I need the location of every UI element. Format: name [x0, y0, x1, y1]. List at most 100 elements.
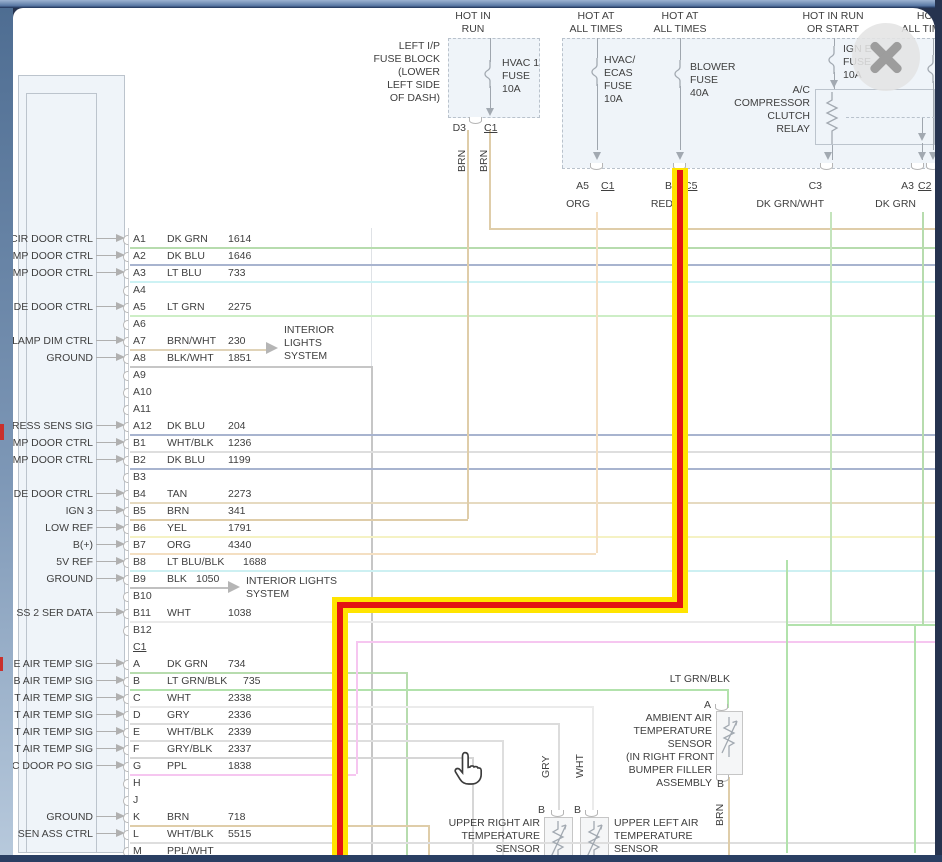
- wire-ltgrnblk[interactable]: [786, 624, 935, 626]
- pin-label: E: [133, 726, 163, 739]
- wire-F[interactable]: [130, 757, 472, 759]
- wire-A3[interactable]: [130, 281, 935, 283]
- wire-B11[interactable]: [130, 621, 935, 623]
- connector-scallop-icon: [123, 592, 132, 602]
- wiring-diagram-viewer: A1DK GRN1614CIR DOOR CTRLA2DK BLU1646MP …: [0, 0, 942, 862]
- module-left-label: B(+): [13, 539, 93, 552]
- upper-left-air-temp-sensor-label: UPPER LEFT AIR TEMPERATURE SENSOR: [614, 817, 710, 855]
- pin-label: B10: [133, 590, 163, 603]
- hvac1-fuse-label: HVAC 1 FUSE 10A: [502, 57, 562, 96]
- schematic-line: [680, 86, 681, 150]
- wire-B8[interactable]: [130, 570, 935, 572]
- wire-dkgrnwht[interactable]: [830, 212, 832, 625]
- stub-wire: [96, 425, 117, 426]
- connector-label-c1: C1: [601, 180, 625, 193]
- wire-B4[interactable]: [130, 502, 935, 504]
- module-left-label: LAMP DIM CTRL: [13, 335, 93, 348]
- highlighted-wire[interactable]: [677, 170, 683, 606]
- wire-B2[interactable]: [130, 468, 935, 470]
- wire-K[interactable]: [130, 825, 428, 827]
- schematic-line: [597, 38, 598, 58]
- wire-B7[interactable]: [130, 553, 596, 555]
- wire-A2[interactable]: [130, 264, 935, 266]
- stub-arrow-icon: [116, 744, 125, 752]
- module-left-label: SEN ASS CTRL: [13, 828, 93, 841]
- wire-B9[interactable]: [130, 587, 228, 589]
- stub-wire: [96, 306, 117, 307]
- wire-color-label: DK BLU: [167, 420, 229, 433]
- interior-lights-system-label-2: INTERIOR LIGHTS SYSTEM: [246, 575, 337, 601]
- highlighted-wire[interactable]: [337, 602, 343, 855]
- wire-C[interactable]: [130, 706, 592, 708]
- wire-color-label: DK BLU: [167, 250, 229, 263]
- wire-A7[interactable]: [130, 349, 266, 351]
- close-button[interactable]: [852, 23, 920, 91]
- module-left-label: E AIR TEMP SIG: [13, 658, 93, 671]
- wire-brn[interactable]: [489, 228, 935, 230]
- wire-A[interactable]: [130, 672, 406, 674]
- wire-color-label: LT BLU/BLK: [167, 556, 229, 569]
- pin-label: C: [133, 692, 163, 705]
- pin-label-c3: C3: [784, 180, 822, 193]
- stub-arrow-icon: [116, 727, 125, 735]
- module-left-label: SS 2 SER DATA: [13, 607, 93, 620]
- stub-arrow-icon: [116, 438, 125, 446]
- wire-A5[interactable]: [130, 315, 935, 317]
- highlighted-wire[interactable]: [337, 602, 683, 608]
- stub-arrow-icon: [116, 608, 125, 616]
- wire-A-drop[interactable]: [406, 672, 408, 855]
- pin-label: M: [133, 845, 163, 855]
- wire-brn[interactable]: [467, 130, 469, 519]
- wire-D-drop[interactable]: [558, 723, 560, 813]
- module-left-label: 5V REF: [13, 556, 93, 569]
- pin-label: B11: [133, 607, 163, 620]
- stub-arrow-icon: [116, 421, 125, 429]
- wire-B5[interactable]: [130, 519, 468, 521]
- wire-org[interactable]: [596, 212, 598, 553]
- connector-bump-icon: [469, 117, 482, 124]
- wire-ltgrnblk[interactable]: [914, 624, 916, 853]
- ambient-air-temp-sensor-label: AMBIENT AIR TEMPERATURE SENSOR (IN RIGHT…: [626, 712, 712, 790]
- wire-K-drop[interactable]: [428, 825, 430, 855]
- wire-A8[interactable]: [130, 366, 371, 368]
- diagram-canvas: A1DK GRN1614CIR DOOR CTRLA2DK BLU1646MP …: [13, 8, 935, 855]
- wire-G[interactable]: [130, 774, 356, 776]
- wire-B6[interactable]: [130, 536, 935, 538]
- connector-bump-icon: [585, 810, 598, 817]
- hvac-module-inner-box: [26, 93, 97, 853]
- wire-B1[interactable]: [130, 451, 935, 453]
- circuit-number: 734: [228, 658, 272, 671]
- wire-label-dk-grn: DK GRN: [856, 198, 916, 211]
- module-left-label: MP DOOR CTRL: [13, 267, 93, 280]
- pin-label: B12: [133, 624, 163, 637]
- wire-ltgrnblk[interactable]: [786, 560, 788, 853]
- wire-A12[interactable]: [130, 434, 935, 436]
- stub-arrow-icon: [116, 659, 125, 667]
- stub-arrow-icon: [116, 251, 125, 259]
- pin-label: G: [133, 760, 163, 773]
- connector-bump-icon: [926, 163, 935, 170]
- wire-dkgrn[interactable]: [922, 212, 924, 625]
- wire-color-label: TAN: [167, 488, 229, 501]
- circuit-number: 2338: [228, 692, 272, 705]
- wire-color-label: GRY: [167, 709, 229, 722]
- connector-bump-icon: [590, 163, 603, 170]
- stub-wire: [96, 459, 117, 460]
- wire-color-label: DK BLU: [167, 454, 229, 467]
- fuse-icon: [484, 60, 496, 88]
- wire-E[interactable]: [130, 740, 502, 742]
- wire-C-drop[interactable]: [592, 706, 594, 813]
- stub-wire: [96, 357, 117, 358]
- wire-color-label: LT GRN: [167, 301, 229, 314]
- hand-cursor-icon: [452, 750, 484, 786]
- wire-G-rise[interactable]: [356, 641, 358, 774]
- circuit-number: 1038: [228, 607, 272, 620]
- wire-G-cont[interactable]: [356, 641, 935, 643]
- schematic-line: [933, 38, 934, 55]
- module-left-label: MP DOOR CTRL: [13, 454, 93, 467]
- wire-brn[interactable]: [728, 777, 730, 855]
- wire-A1[interactable]: [130, 247, 935, 249]
- wire-B[interactable]: [130, 689, 727, 691]
- arrow-down-icon: [918, 152, 926, 160]
- module-left-label: DE DOOR CTRL: [13, 301, 93, 314]
